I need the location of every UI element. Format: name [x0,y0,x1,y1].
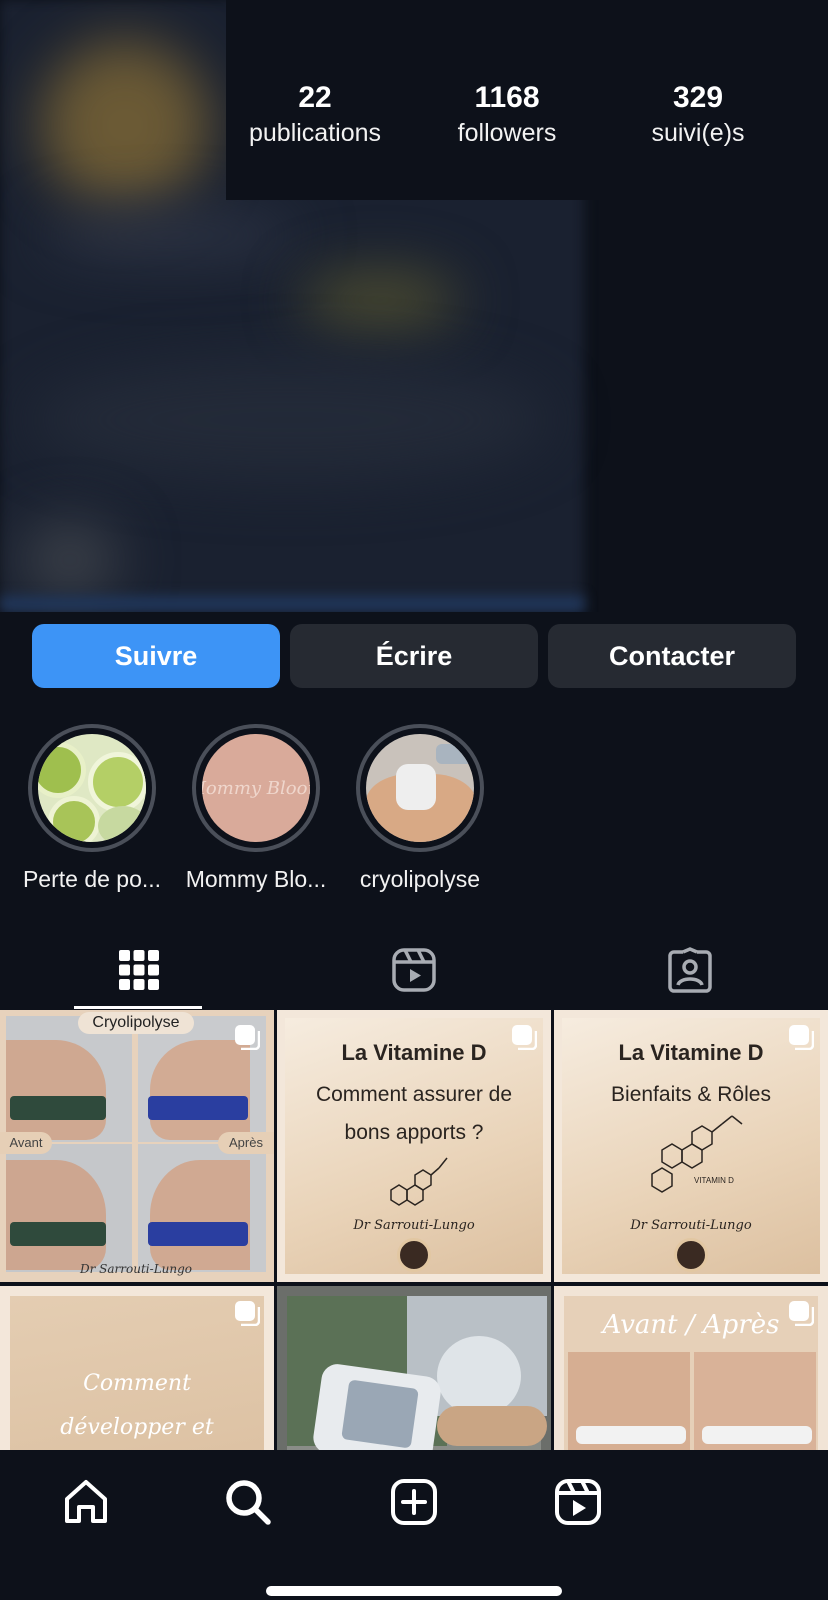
blurred-name [40,210,300,260]
carousel-icon [235,1025,260,1050]
create-icon [391,1479,437,1525]
highlight-ring: Mommy Bloom [192,724,320,852]
post-grid: Cryolipolyse Avant Après Dr Sarrouti-Lun… [0,1010,828,1558]
stat-following[interactable]: 329 suivi(e)s [603,80,793,150]
highlight-item[interactable]: Perte de po... [22,724,162,893]
highlight-label: Perte de po... [22,866,162,892]
blurred-highlight [300,270,460,330]
message-button[interactable]: Écrire [290,624,538,688]
blurred-link [20,520,120,600]
stat-value: 329 [672,81,724,114]
tagged-icon [668,947,712,993]
highlight-item[interactable]: Mommy Bloom Mommy Blo... [186,724,326,893]
tab-reels[interactable] [349,930,479,1010]
follow-button[interactable]: Suivre [32,624,280,688]
highlight-label: cryolipolyse [359,866,481,892]
home-icon [65,1480,107,1523]
post-badge: Cryolipolyse [78,1012,194,1034]
stat-label: suivi(e)s [651,119,745,147]
molecule-illustration [651,1115,743,1193]
highlight-ring [356,724,484,852]
active-tab-indicator [74,1006,202,1009]
highlight-cover-mommy-bloom: Mommy Bloom [202,734,310,842]
blurred-avatar [40,40,210,210]
highlight-item[interactable]: cryolipolyse [350,724,490,893]
home-indicator [266,1586,562,1596]
carousel-icon [789,1025,814,1050]
stat-publications[interactable]: 22 publications [220,80,410,150]
post-tile[interactable]: La Vitamine D Bienfaits & Rôles VITAMIN … [554,1010,828,1282]
blurred-bio [30,360,550,480]
carousel-icon [789,1301,814,1326]
carousel-icon [235,1301,260,1326]
author-avatar [397,1238,431,1272]
profile-stats: 22 publications 1168 followers 329 suivi… [226,0,828,200]
post-subtitle: Bienfaits & Rôles [611,1083,771,1106]
highlight-ring [28,724,156,852]
stat-value: 22 [298,81,332,114]
nav-create[interactable] [386,1474,442,1530]
highlight-cover-limes [38,734,146,842]
molecule-illustration [390,1157,448,1206]
molecule-label: VITAMIN D [694,1176,734,1185]
stat-label: followers [457,119,557,147]
stat-label: publications [248,119,382,147]
nav-home[interactable] [58,1474,114,1530]
contact-button[interactable]: Contacter [548,624,796,688]
highlight-label: Mommy Blo... [185,866,327,892]
post-title: La Vitamine D [618,1040,764,1065]
post-tile[interactable]: La Vitamine D Comment assurer de bons ap… [277,1010,551,1282]
carousel-icon [512,1025,537,1050]
author-avatar [674,1238,708,1272]
post-signature: Dr Sarrouti-Lungo [353,1218,475,1233]
reels-icon [392,948,436,992]
post-tile[interactable]: Cryolipolyse Avant Après Dr Sarrouti-Lun… [0,1010,274,1282]
post-signature: Dr Sarrouti-Lungo [630,1218,752,1233]
after-label: Après [218,1132,274,1154]
blurred-bar [0,596,584,612]
post-signature: Dr Sarrouti-Lungo [80,1262,193,1276]
post-subtitle: Comment assurer de bons apports ? [315,1083,513,1144]
grid-icon [119,950,159,990]
post-card: La Vitamine D Bienfaits & Rôles VITAMIN … [562,1018,820,1274]
highlight-cover-cryolipolyse [366,734,474,842]
nav-reels[interactable] [550,1474,606,1530]
highlight-cover-text: Mommy Bloom [202,777,310,799]
nav-search[interactable] [220,1474,276,1530]
before-label: Avant [0,1132,52,1154]
search-icon [226,1480,271,1525]
post-script-text: Avant / Après [602,1310,780,1340]
profile-tabs [0,930,828,1010]
post-title: La Vitamine D [341,1040,487,1065]
tab-tagged[interactable] [625,930,755,1010]
reels-icon [555,1479,601,1525]
stat-value: 1168 [474,81,540,114]
post-card: La Vitamine D Comment assurer de bons ap… [285,1018,543,1274]
bottom-nav [0,1450,828,1600]
tab-grid[interactable] [74,930,204,1010]
stat-followers[interactable]: 1168 followers [412,80,602,150]
